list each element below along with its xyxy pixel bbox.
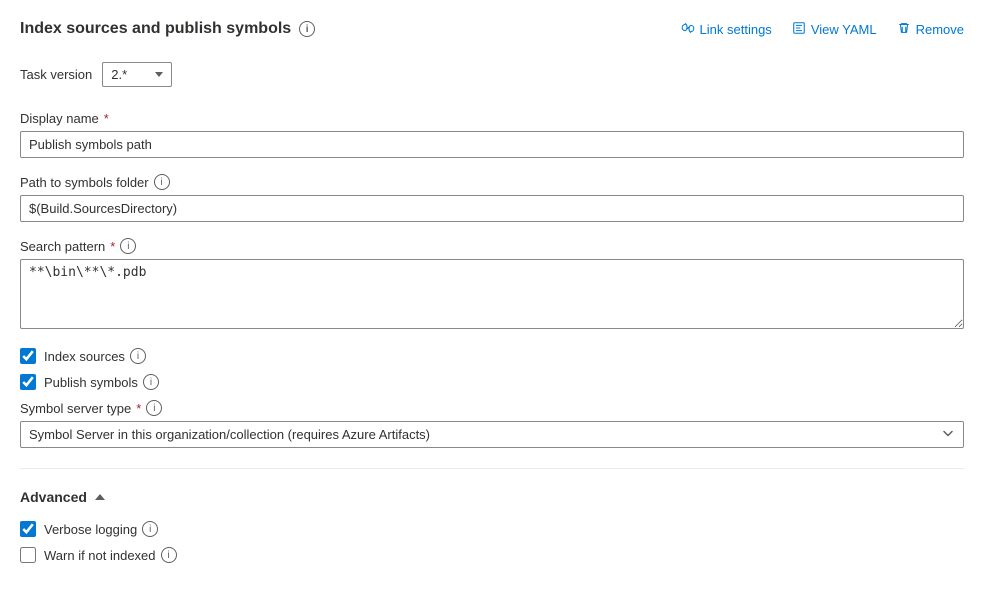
yaml-icon [792,21,806,38]
page-header: Index sources and publish symbols i Link… [20,20,964,38]
index-sources-row: Index sources i [20,348,964,364]
display-name-group: Display name * [20,111,964,158]
warn-not-indexed-checkbox[interactable] [20,547,36,563]
verbose-logging-info-icon[interactable]: i [142,521,158,537]
advanced-header[interactable]: Advanced [20,489,964,505]
verbose-logging-row: Verbose logging i [20,521,964,537]
view-yaml-label: View YAML [811,22,877,37]
symbol-server-type-label: Symbol server type * i [20,400,964,416]
search-pattern-group: Search pattern * i [20,238,964,332]
remove-button[interactable]: Remove [897,21,964,38]
advanced-label: Advanced [20,489,87,505]
warn-not-indexed-label[interactable]: Warn if not indexed i [44,547,177,563]
display-name-required: * [104,111,109,126]
index-sources-checkbox[interactable] [20,348,36,364]
path-symbols-input[interactable] [20,195,964,222]
search-pattern-required: * [110,239,115,254]
page-title-group: Index sources and publish symbols i [20,20,315,38]
warn-not-indexed-row: Warn if not indexed i [20,547,964,563]
publish-symbols-label[interactable]: Publish symbols i [44,374,159,390]
path-symbols-info-icon[interactable]: i [154,174,170,190]
search-pattern-label: Search pattern * i [20,238,964,254]
publish-symbols-row: Publish symbols i [20,374,964,390]
publish-symbols-checkbox[interactable] [20,374,36,390]
index-sources-info-icon[interactable]: i [130,348,146,364]
verbose-logging-label[interactable]: Verbose logging i [44,521,158,537]
remove-label: Remove [916,22,964,37]
verbose-logging-checkbox[interactable] [20,521,36,537]
task-version-value: 2.* [111,67,127,82]
path-symbols-label: Path to symbols folder i [20,174,964,190]
link-icon [681,21,695,38]
display-name-label: Display name * [20,111,964,126]
search-pattern-textarea[interactable] [20,259,964,329]
symbol-server-type-group: Symbol server type * i Symbol Server in … [20,400,964,448]
link-settings-label: Link settings [700,22,772,37]
task-version-chevron-icon [155,72,163,77]
publish-symbols-info-icon[interactable]: i [143,374,159,390]
symbol-server-type-select-wrapper: Symbol Server in this organization/colle… [20,421,964,448]
display-name-input[interactable] [20,131,964,158]
task-version-label: Task version [20,67,92,82]
advanced-collapse-icon [95,494,105,500]
page-title: Index sources and publish symbols [20,20,291,38]
symbol-server-type-select[interactable]: Symbol Server in this organization/colle… [20,421,964,448]
advanced-divider [20,468,964,469]
index-sources-label[interactable]: Index sources i [44,348,146,364]
task-version-select[interactable]: 2.* [102,62,172,87]
task-version-row: Task version 2.* [20,62,964,87]
link-settings-button[interactable]: Link settings [681,21,772,38]
header-actions: Link settings View YAML Remove [681,21,964,38]
warn-not-indexed-info-icon[interactable]: i [161,547,177,563]
path-symbols-group: Path to symbols folder i [20,174,964,222]
symbol-server-type-info-icon[interactable]: i [146,400,162,416]
title-info-icon[interactable]: i [299,21,315,37]
remove-icon [897,21,911,38]
symbol-server-type-required: * [136,401,141,416]
view-yaml-button[interactable]: View YAML [792,21,877,38]
search-pattern-info-icon[interactable]: i [120,238,136,254]
